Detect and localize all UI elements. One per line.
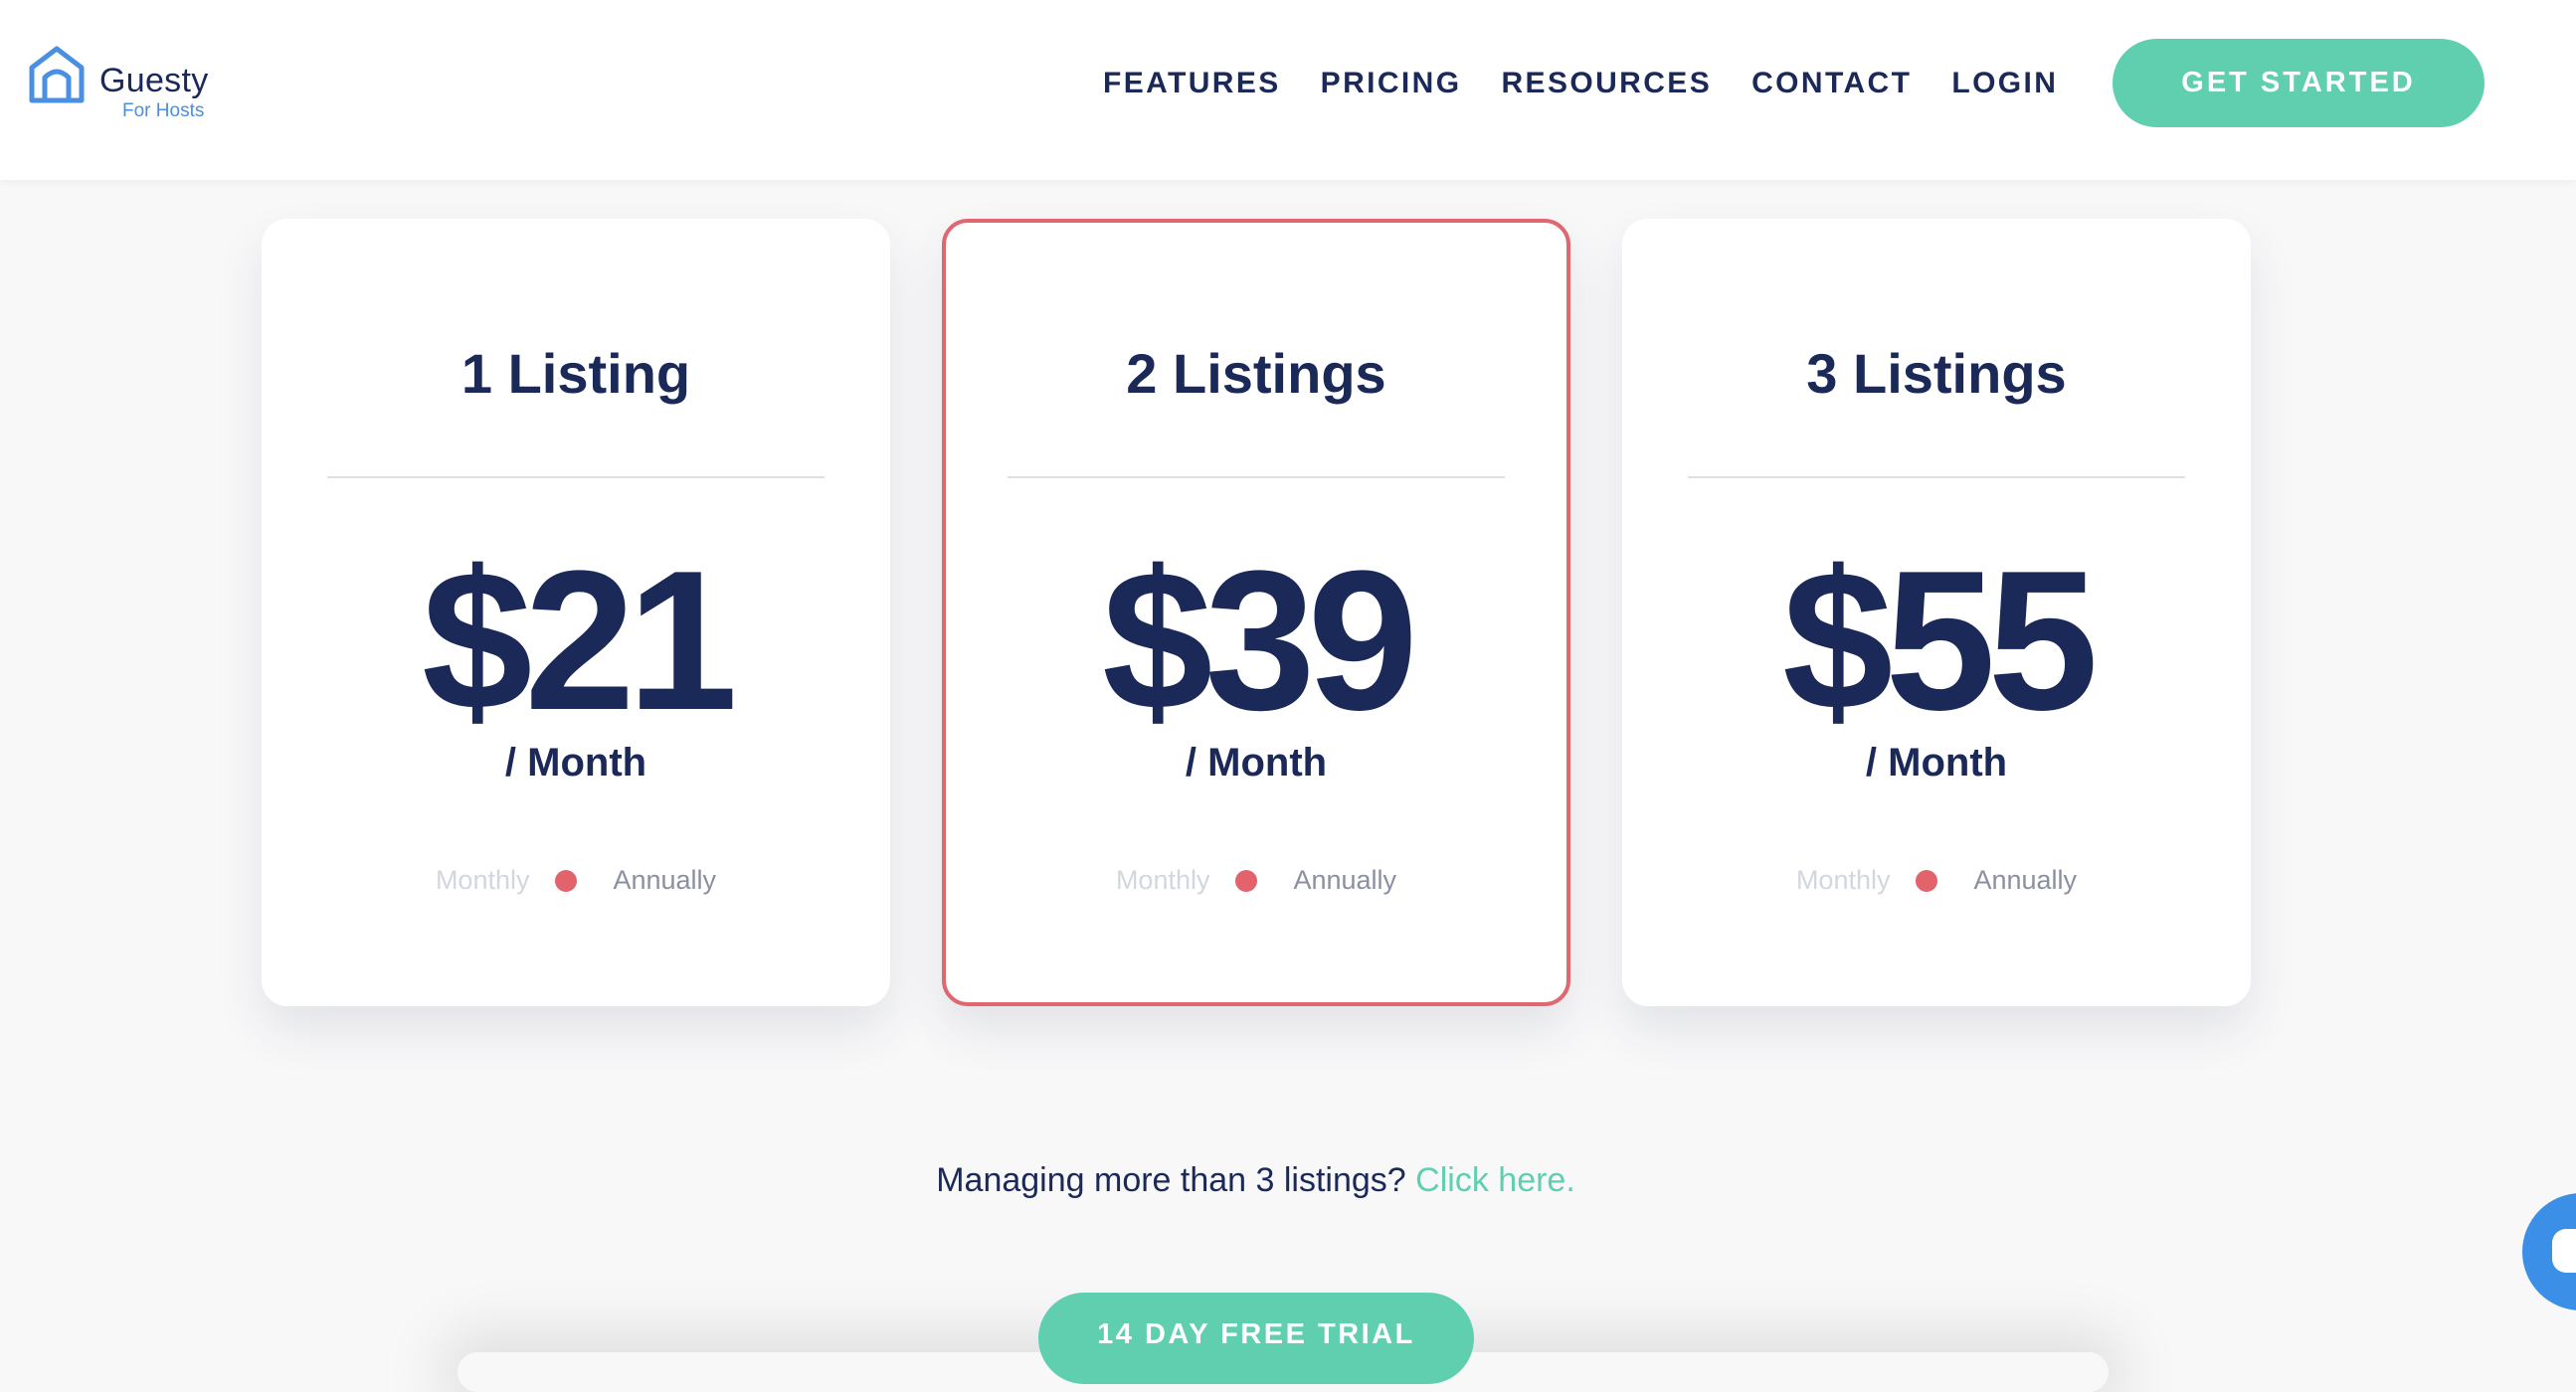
get-started-button[interactable]: GET STARTED	[2113, 39, 2484, 127]
plan-price: $21	[422, 530, 738, 752]
plan-period: / Month	[1185, 741, 1328, 784]
toggle-annually-label[interactable]: Annually	[1973, 865, 2077, 896]
toggle-switch[interactable]	[1235, 869, 1258, 892]
toggle-switch[interactable]	[555, 869, 578, 892]
nav-resources[interactable]: RESOURCES	[1501, 66, 1712, 101]
plan-period: / Month	[504, 741, 647, 784]
logo[interactable]: Guesty For Hosts	[26, 44, 209, 122]
plan-title: 1 Listing	[460, 342, 691, 405]
house-icon	[29, 46, 85, 103]
chat-bubble-icon	[2552, 1229, 2576, 1273]
nav-features[interactable]: FEATURES	[1103, 66, 1281, 101]
toggle-monthly-label[interactable]: Monthly	[1796, 865, 1891, 896]
divider	[1008, 476, 1505, 478]
plan-card-2-listings: 2 Listings $39 / Month Monthly Annually	[942, 219, 1570, 1006]
free-trial-button[interactable]: 14 DAY FREE TRIAL	[1038, 1293, 1474, 1384]
logo-name: Guesty	[99, 62, 209, 99]
toggle-monthly-label[interactable]: Monthly	[436, 865, 530, 896]
more-listings-text: Managing more than 3 listings?	[936, 1161, 1406, 1199]
divider	[1688, 476, 2185, 478]
plan-price: $55	[1782, 530, 2099, 752]
click-here-link[interactable]: Click here.	[1415, 1161, 1575, 1199]
chat-launcher-button[interactable]	[2522, 1193, 2576, 1310]
billing-toggle[interactable]: Monthly Annually	[262, 865, 890, 896]
nav-contact[interactable]: CONTACT	[1751, 66, 1912, 101]
plan-title: 3 Listings	[1806, 342, 2067, 405]
logo-subtitle: For Hosts	[122, 100, 205, 121]
plan-price: $39	[1102, 530, 1418, 752]
main-nav: FEATURES PRICING RESOURCES CONTACT LOGIN	[1103, 66, 2098, 101]
plan-period: / Month	[1865, 741, 2008, 784]
nav-pricing[interactable]: PRICING	[1321, 66, 1462, 101]
billing-toggle[interactable]: Monthly Annually	[1622, 865, 2251, 896]
nav-login[interactable]: LOGIN	[1951, 66, 2058, 101]
billing-toggle[interactable]: Monthly Annually	[946, 865, 1566, 896]
toggle-monthly-label[interactable]: Monthly	[1116, 865, 1210, 896]
divider	[327, 476, 825, 478]
toggle-annually-label[interactable]: Annually	[1293, 865, 1396, 896]
plan-card-3-listings: 3 Listings $55 / Month Monthly Annually	[1622, 219, 2251, 1006]
toggle-switch[interactable]	[1916, 869, 1938, 892]
plan-title: 2 Listings	[1126, 342, 1386, 405]
site-header: Guesty For Hosts FEATURES PRICING RESOUR…	[0, 0, 2576, 180]
more-listings-prompt: Managing more than 3 listings? Click her…	[0, 1161, 2511, 1200]
plan-card-1-listing: 1 Listing $21 / Month Monthly Annually	[262, 219, 890, 1006]
toggle-annually-label[interactable]: Annually	[613, 865, 716, 896]
